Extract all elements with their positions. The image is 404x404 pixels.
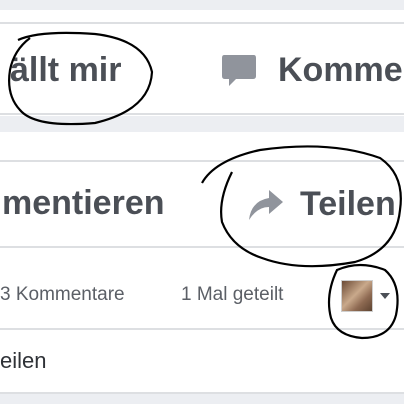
annotation-circle-share <box>201 145 402 268</box>
annotation-circle-like <box>8 31 154 126</box>
annotation-overlay <box>8 31 402 340</box>
annotation-circle-avatar <box>327 263 399 340</box>
